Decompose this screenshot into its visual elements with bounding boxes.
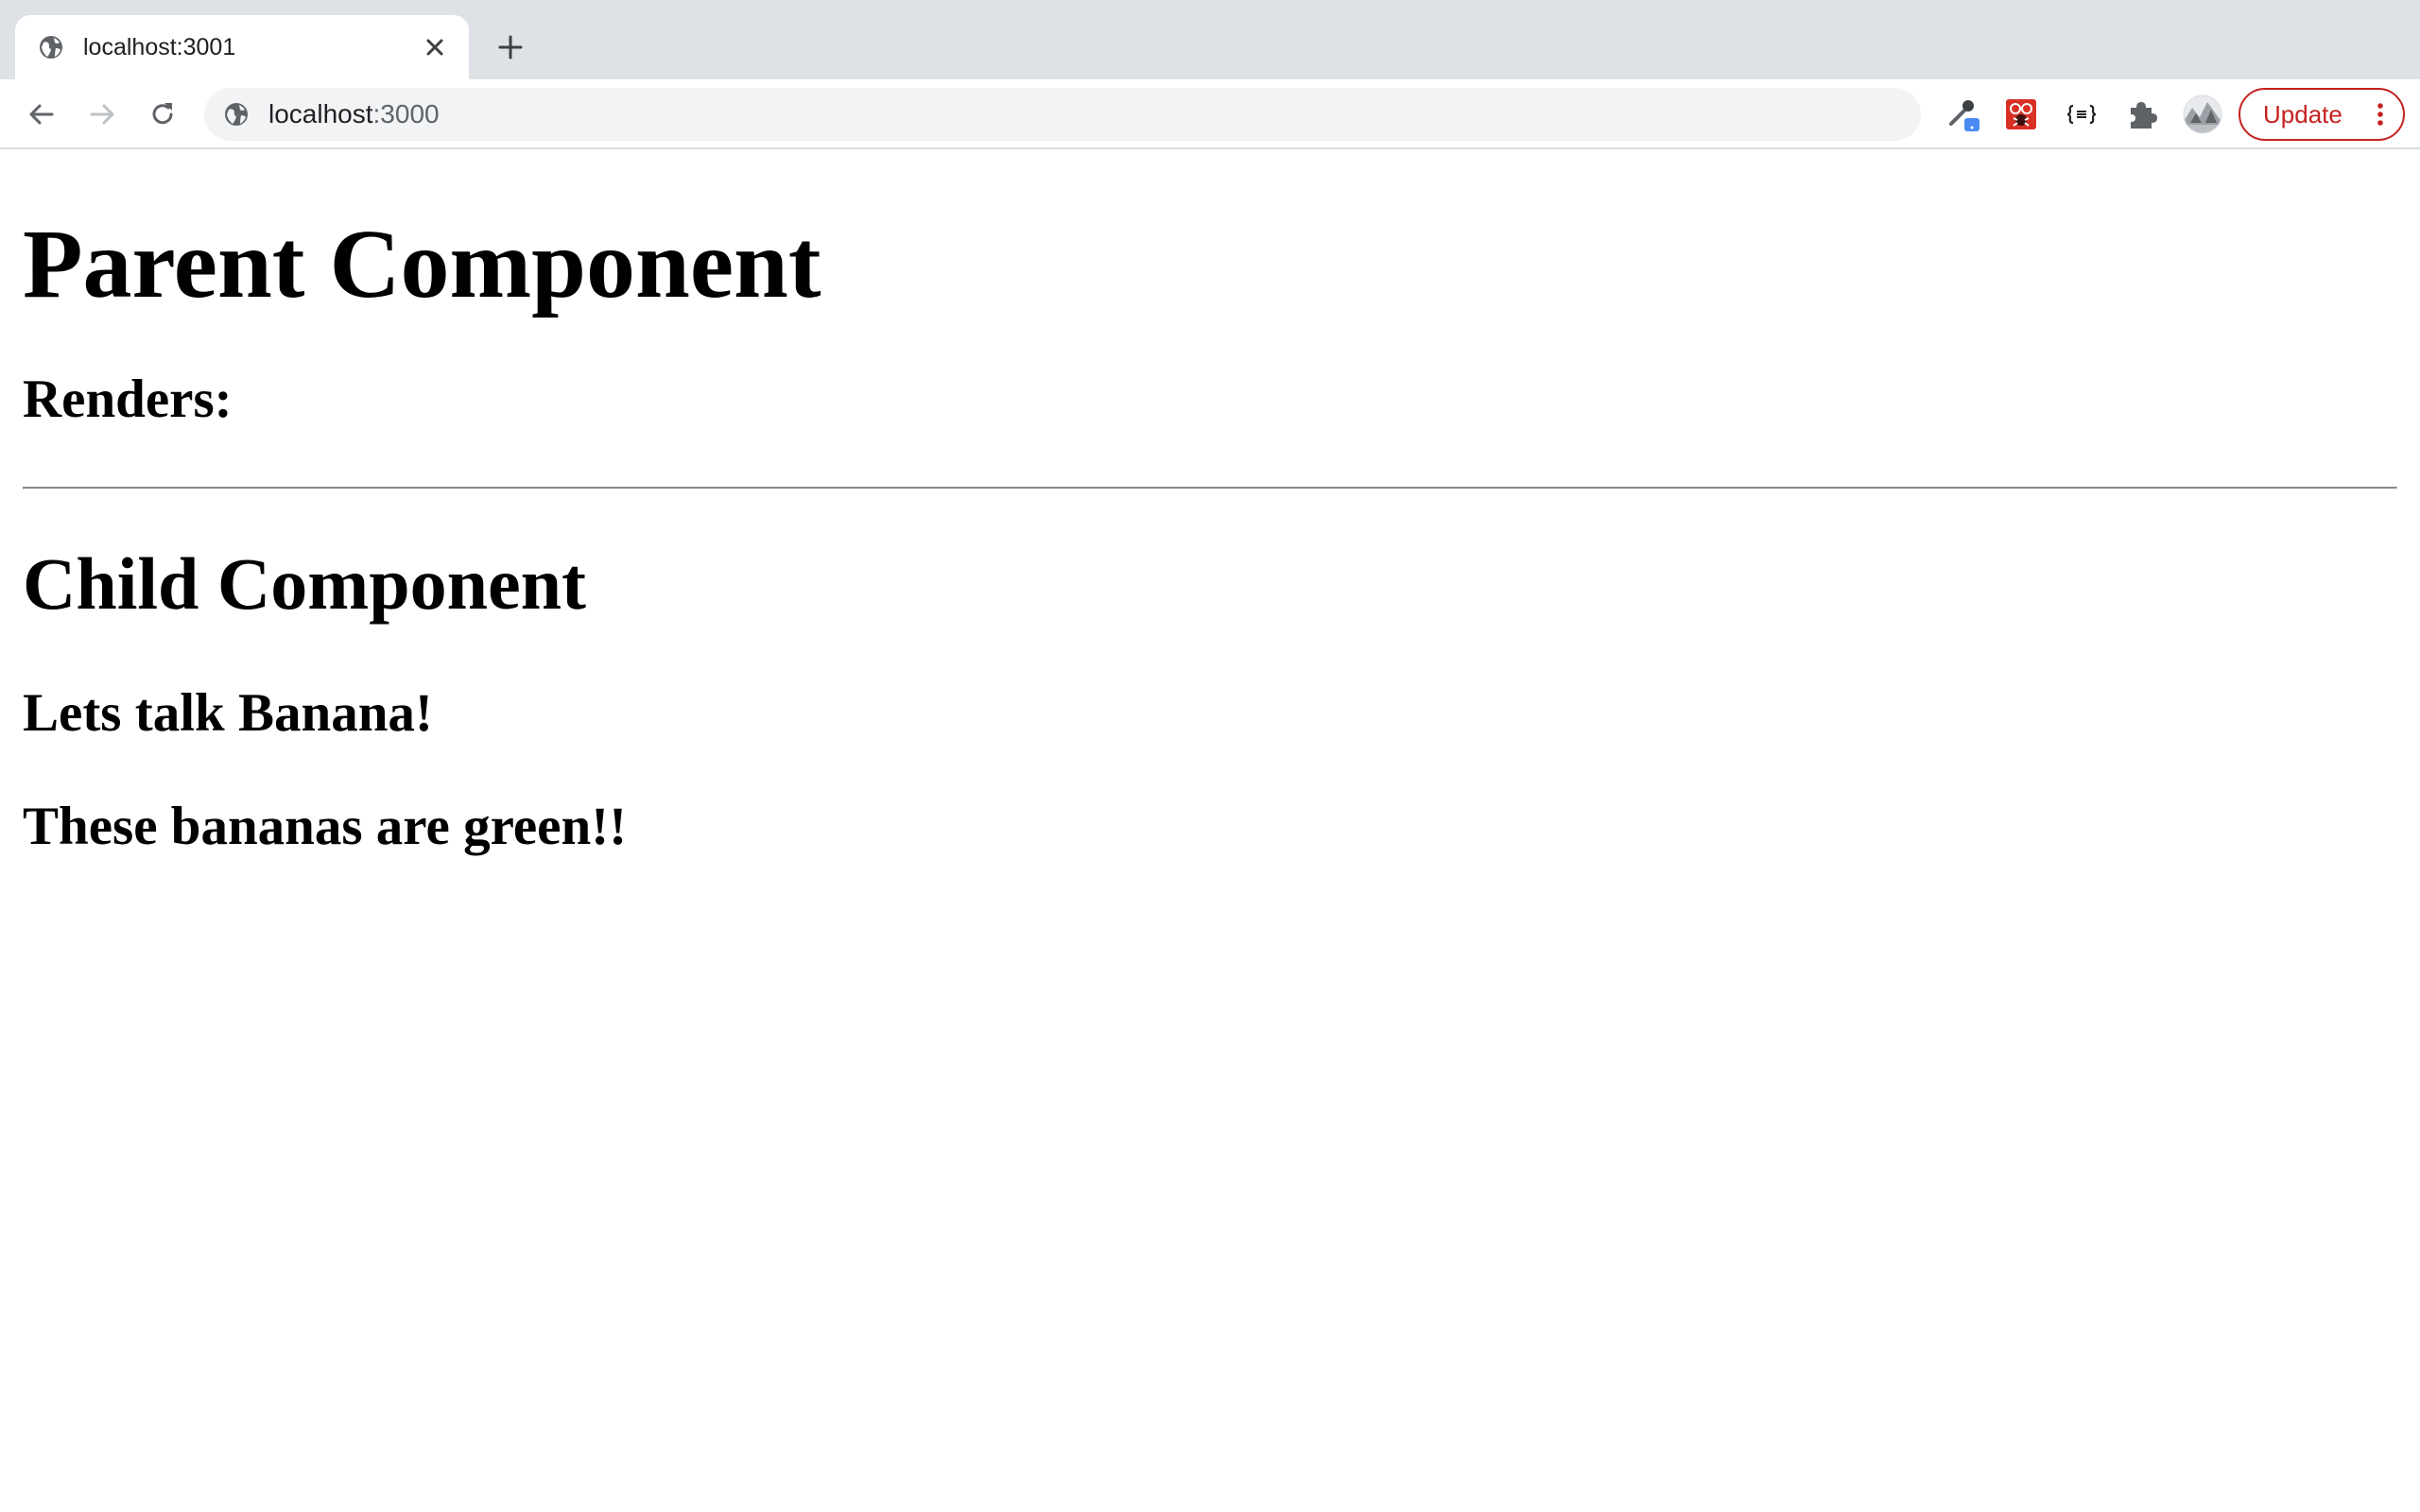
profile-avatar-icon[interactable] xyxy=(2182,94,2223,135)
reload-icon xyxy=(152,103,173,125)
bananas-green-heading: These bananas are green!! xyxy=(23,797,628,856)
tab-strip: localhost:3001 xyxy=(0,0,2420,79)
address-bar[interactable]: localhost:3000 xyxy=(204,88,1921,141)
forward-button[interactable] xyxy=(81,94,123,135)
url-port: :3000 xyxy=(372,99,440,129)
globe-icon[interactable] xyxy=(223,101,250,128)
child-component-heading: Child Component xyxy=(23,542,586,625)
browser-tab[interactable]: localhost:3001 xyxy=(15,15,469,79)
update-button[interactable]: Update xyxy=(2238,88,2405,141)
plus-icon xyxy=(498,35,523,60)
browser-toolbar: localhost:3000 Update xyxy=(0,79,2420,149)
parent-component-heading: Parent Component xyxy=(23,210,821,318)
url-host: localhost xyxy=(268,99,373,129)
reload-button[interactable] xyxy=(142,94,183,135)
back-button[interactable] xyxy=(21,94,62,135)
new-tab-button[interactable] xyxy=(492,28,529,66)
bug-extension-icon[interactable] xyxy=(2000,94,2042,135)
banana-talk-heading: Lets talk Banana! xyxy=(23,683,433,743)
url-text[interactable]: localhost:3000 xyxy=(268,88,440,141)
globe-icon xyxy=(40,36,62,59)
arrow-left-icon xyxy=(29,104,54,125)
tab-title: localhost:3001 xyxy=(83,34,236,60)
puzzle-icon[interactable] xyxy=(2121,94,2163,135)
json-formatter-icon[interactable] xyxy=(2061,94,2102,135)
page-content: Parent Component Renders: Child Componen… xyxy=(0,149,2420,1512)
vertical-dots-icon xyxy=(2377,103,2383,126)
update-label: Update xyxy=(2263,100,2342,129)
eyedropper-icon[interactable] xyxy=(1942,94,1983,135)
renders-label: Renders: xyxy=(23,369,233,429)
arrow-right-icon xyxy=(90,104,114,125)
close-icon[interactable] xyxy=(420,32,450,62)
divider xyxy=(23,487,2397,490)
